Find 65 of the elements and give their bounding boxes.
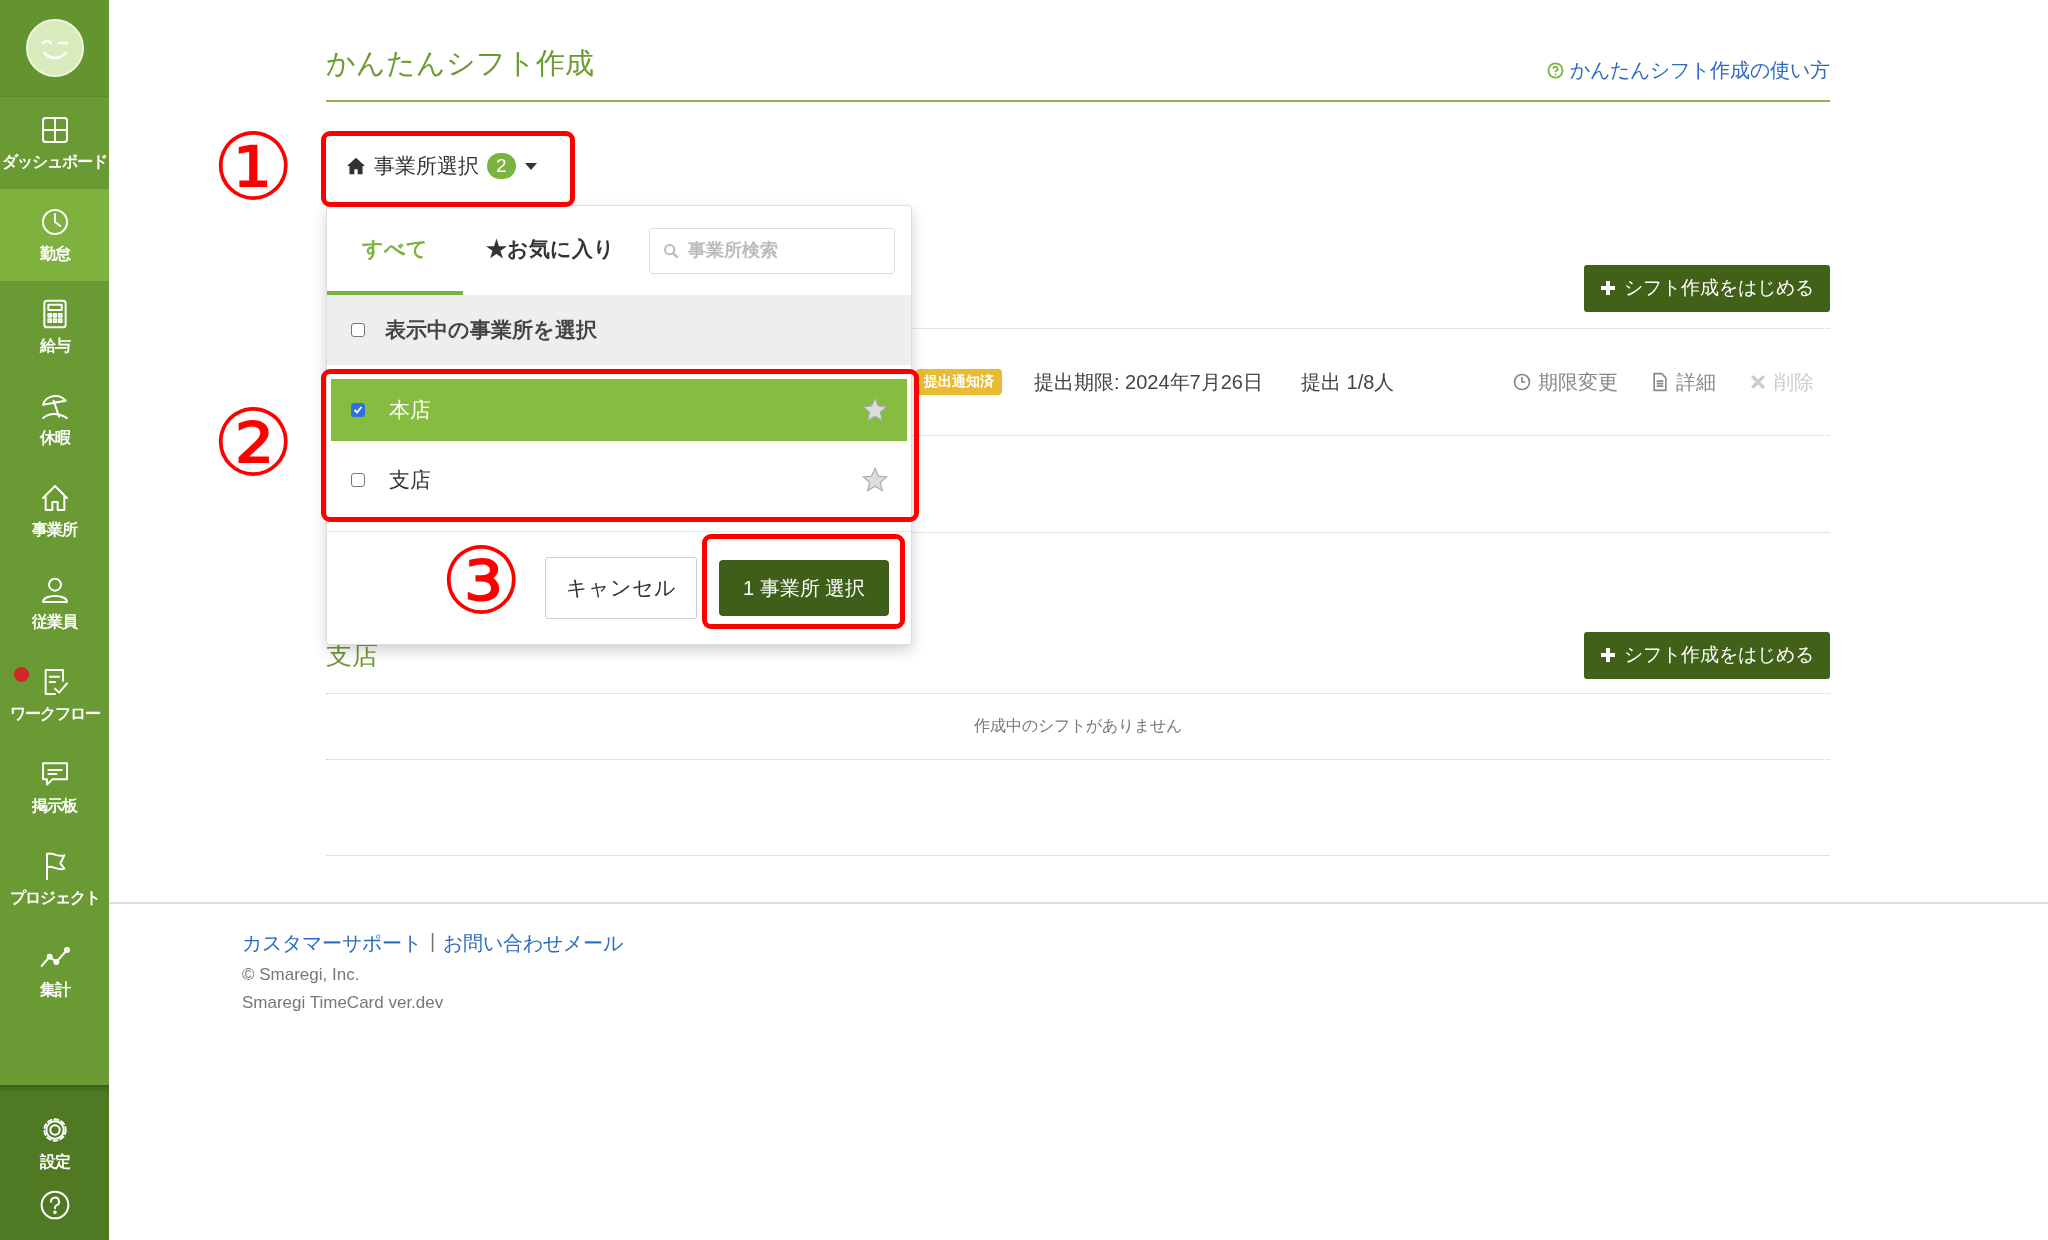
checkbox-label: 表示中の事業所を選択 — [385, 317, 597, 343]
office-row[interactable]: 支店 — [331, 449, 907, 511]
help-icon — [1547, 62, 1564, 79]
nav-item[interactable]: 給与 — [0, 281, 109, 373]
nav-item[interactable]: 集計 — [0, 925, 109, 1017]
checkbox[interactable] — [351, 403, 365, 417]
step-number: ② — [212, 398, 295, 490]
plus-icon — [1600, 647, 1616, 663]
nav-label: 設定 — [39, 1151, 70, 1172]
star-icon[interactable] — [861, 466, 889, 494]
office-name: 本店 — [389, 397, 431, 423]
clock-icon — [1512, 372, 1532, 392]
action-link[interactable]: 期限変更 — [1512, 368, 1618, 396]
copyright-text: © Smaregi, Inc. — [242, 965, 361, 985]
nav-label: 休暇 — [39, 427, 70, 448]
help-icon — [38, 1189, 71, 1221]
nav-item[interactable]: 休暇 — [0, 373, 109, 465]
nav-label: 給与 — [39, 335, 70, 356]
submitted-count: 提出 1/8人 — [1301, 369, 1395, 395]
avatar-icon[interactable] — [25, 19, 84, 77]
search-icon — [663, 242, 679, 259]
nav-item[interactable]: 勤怠 — [0, 189, 109, 281]
house-icon — [346, 157, 366, 175]
filter-tab[interactable]: ★お気に入り — [463, 206, 637, 295]
confirm-button[interactable]: 1 事業所 選択 — [719, 560, 889, 616]
office-row[interactable]: 本店 — [331, 379, 907, 441]
deadline-text: 提出期限: 2024年7月26日 — [1034, 369, 1263, 395]
separator: | — [430, 930, 436, 954]
nav-label: 掲示板 — [32, 795, 77, 816]
cancel-button[interactable]: キャンセル — [545, 557, 697, 619]
nav-item[interactable]: 掲示板 — [0, 741, 109, 833]
nav-label: 集計 — [39, 979, 70, 1000]
footer-link[interactable]: お問い合わせメール — [443, 930, 624, 957]
document-icon — [1650, 372, 1670, 392]
star-icon[interactable] — [861, 396, 889, 424]
nav-item[interactable]: ワークフロー — [0, 649, 109, 741]
nav-item[interactable]: 従業員 — [0, 557, 109, 649]
close-icon — [1748, 372, 1768, 392]
step-number: ③ — [440, 536, 523, 628]
start-shift-button[interactable]: シフト作成をはじめる — [1584, 264, 1830, 312]
checkbox[interactable] — [351, 473, 365, 487]
nav-label: ワークフロー — [9, 703, 100, 724]
nav-label: 勤怠 — [39, 243, 70, 264]
search-field[interactable]: 事業所検索 — [649, 227, 895, 274]
nav-item[interactable]: 事業所 — [0, 465, 109, 557]
version-text: Smaregi TimeCard ver.dev — [242, 993, 445, 1013]
help-link[interactable]: かんたんシフト作成の使い方 — [1547, 57, 1830, 84]
nav-label: 従業員 — [32, 611, 77, 632]
footer-link[interactable]: カスタマーサポート — [242, 930, 422, 957]
nav-label: ダッシュボード — [2, 151, 107, 172]
plus-icon — [1600, 280, 1616, 296]
office-name: 支店 — [389, 467, 431, 493]
empty-message: 作成中のシフトがありません — [974, 716, 1182, 736]
action-link[interactable]: 詳細 — [1650, 368, 1716, 396]
checkbox[interactable] — [351, 323, 365, 337]
status-badge: 提出通知済 — [916, 369, 1002, 395]
page-title: かんたんシフト作成 — [326, 46, 594, 81]
nav-label: 事業所 — [32, 519, 77, 540]
count-badge: 2 — [487, 153, 516, 179]
nav-item[interactable]: プロジェクト — [0, 833, 109, 925]
start-shift-button[interactable]: シフト作成をはじめる — [1584, 631, 1830, 679]
section-title: 支店 — [326, 638, 378, 672]
nav-label: プロジェクト — [9, 887, 100, 908]
nav-item[interactable]: ダッシュボード — [0, 97, 109, 189]
step-number: ① — [212, 122, 295, 214]
